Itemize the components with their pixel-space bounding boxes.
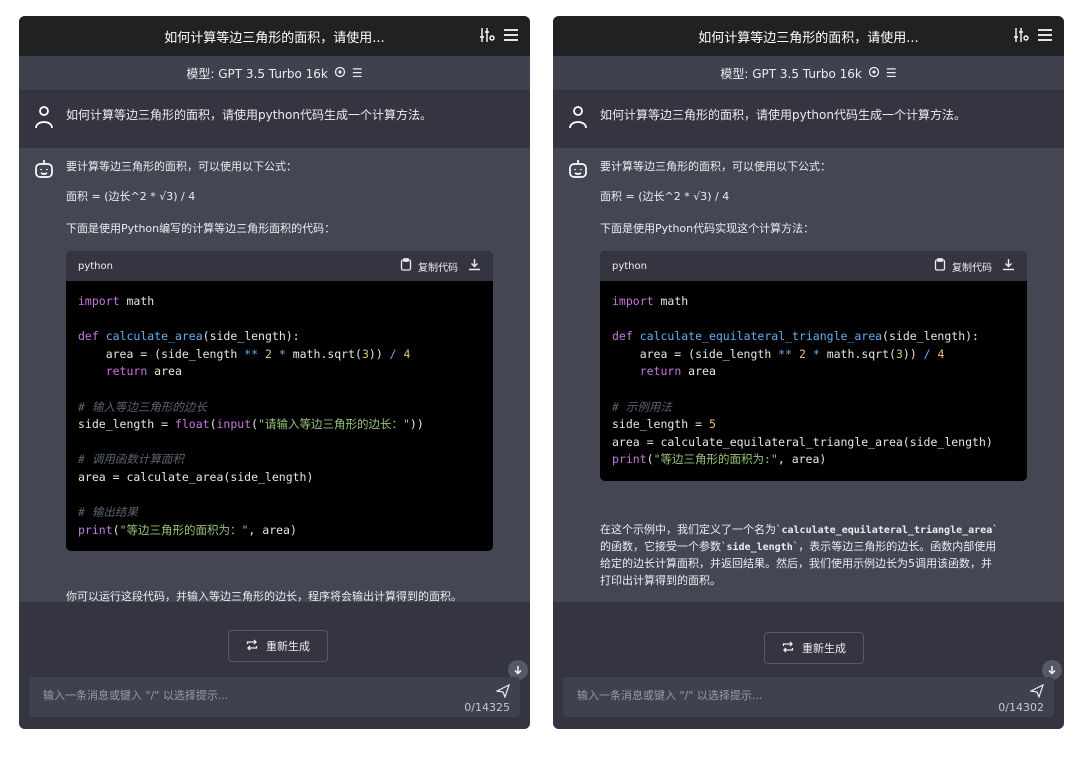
code-language: python	[78, 260, 113, 272]
clipboard-icon[interactable]	[934, 258, 946, 274]
download-icon[interactable]	[468, 258, 481, 274]
user-message: 如何计算等边三角形的面积，请使用python代码生成一个计算方法。	[66, 108, 432, 122]
regenerate-button[interactable]: 重新生成	[228, 630, 328, 662]
top-bar: 如何计算等边三角形的面积，请使用...	[553, 16, 1064, 56]
list-icon[interactable]: ☰	[352, 66, 363, 80]
gear-icon[interactable]	[334, 66, 346, 81]
model-bar[interactable]: 模型: GPT 3.5 Turbo 16k ☰	[553, 56, 1064, 90]
chat-title: 如何计算等边三角形的面积，请使用...	[698, 30, 919, 46]
send-icon[interactable]	[1029, 683, 1045, 702]
refresh-icon	[246, 639, 258, 654]
input-placeholder: 输入一条消息或键入 "/" 以选择提示...	[577, 689, 763, 702]
clipboard-icon[interactable]	[400, 258, 412, 274]
message-input[interactable]: 输入一条消息或键入 "/" 以选择提示... 0/14302	[563, 677, 1054, 717]
code-block: python 复制代码 import math def calculate_eq…	[600, 251, 1027, 481]
send-icon[interactable]	[495, 683, 511, 702]
hamburger-icon[interactable]	[502, 26, 520, 48]
user-message-row: 如何计算等边三角形的面积，请使用python代码生成一个计算方法。	[553, 90, 1064, 148]
regenerate-button[interactable]: 重新生成	[764, 632, 864, 664]
code-header: python 复制代码	[66, 251, 493, 281]
refresh-icon	[782, 641, 794, 656]
explain-line-2: 的函数，它接受一个参数`side_length`，表示等边三角形的边长。函数内部…	[600, 540, 997, 553]
chat-panel-left: 如何计算等边三角形的面积，请使用... 模型: GPT 3.5 Turbo 16…	[19, 16, 530, 729]
sliders-icon[interactable]	[478, 26, 496, 48]
model-label: 模型: GPT 3.5 Turbo 16k	[186, 66, 328, 81]
regenerate-label: 重新生成	[266, 640, 310, 653]
download-icon[interactable]	[1002, 258, 1015, 274]
char-counter: 0/14325	[464, 701, 510, 714]
robot-icon	[33, 158, 55, 184]
explain-line-3: 给定的边长计算面积，并返回结果。然后，我们使用示例边长为5调用该函数，并	[600, 557, 992, 570]
user-icon	[567, 104, 589, 134]
bot-lead: 下面是使用Python编写的计算等边三角形面积的代码：	[66, 222, 336, 235]
formula: 面积 = (边长^2 * √3) / 4	[66, 190, 196, 203]
bot-intro: 要计算等边三角形的面积，可以使用以下公式：	[66, 160, 297, 173]
code-block: python 复制代码 import math def calculate_ar…	[66, 251, 493, 552]
user-message-row: 如何计算等边三角形的面积，请使用python代码生成一个计算方法。	[19, 90, 530, 148]
code-content: import math def calculate_area(side_leng…	[78, 294, 424, 537]
regenerate-label: 重新生成	[802, 642, 846, 655]
input-placeholder: 输入一条消息或键入 "/" 以选择提示...	[43, 689, 229, 702]
bot-intro: 要计算等边三角形的面积，可以使用以下公式：	[600, 160, 831, 173]
composer-area: 重新生成 输入一条消息或键入 "/" 以选择提示... 0/14302	[553, 602, 1064, 729]
formula: 面积 = (边长^2 * √3) / 4	[600, 190, 730, 203]
user-icon	[33, 104, 55, 134]
code-content: import math def calculate_equilateral_tr…	[612, 294, 993, 467]
copy-code-button[interactable]: 复制代码	[952, 259, 992, 274]
user-message: 如何计算等边三角形的面积，请使用python代码生成一个计算方法。	[600, 108, 966, 122]
copy-code-button[interactable]: 复制代码	[418, 259, 458, 274]
code-header: python 复制代码	[600, 251, 1027, 281]
composer-area: 重新生成 输入一条消息或键入 "/" 以选择提示... 0/14325	[19, 602, 530, 729]
top-bar: 如何计算等边三角形的面积，请使用...	[19, 16, 530, 56]
gear-icon[interactable]	[868, 66, 880, 81]
explain-line-4: 打印出计算得到的面积。	[600, 574, 721, 587]
explain-line-1: 在这个示例中，我们定义了一个名为`calculate_equilateral_t…	[600, 523, 998, 536]
hamburger-icon[interactable]	[1036, 26, 1054, 48]
robot-icon	[567, 158, 589, 184]
code-language: python	[612, 260, 647, 272]
bot-lead: 下面是使用Python代码实现这个计算方法：	[600, 222, 815, 235]
char-counter: 0/14302	[998, 701, 1044, 714]
chat-title: 如何计算等边三角形的面积，请使用...	[164, 30, 385, 46]
sliders-icon[interactable]	[1012, 26, 1030, 48]
chat-panel-right: 如何计算等边三角形的面积，请使用... 模型: GPT 3.5 Turbo 16…	[553, 16, 1064, 729]
list-icon[interactable]: ☰	[886, 66, 897, 80]
model-label: 模型: GPT 3.5 Turbo 16k	[720, 66, 862, 81]
model-bar[interactable]: 模型: GPT 3.5 Turbo 16k ☰	[19, 56, 530, 90]
message-input[interactable]: 输入一条消息或键入 "/" 以选择提示... 0/14325	[29, 677, 520, 717]
